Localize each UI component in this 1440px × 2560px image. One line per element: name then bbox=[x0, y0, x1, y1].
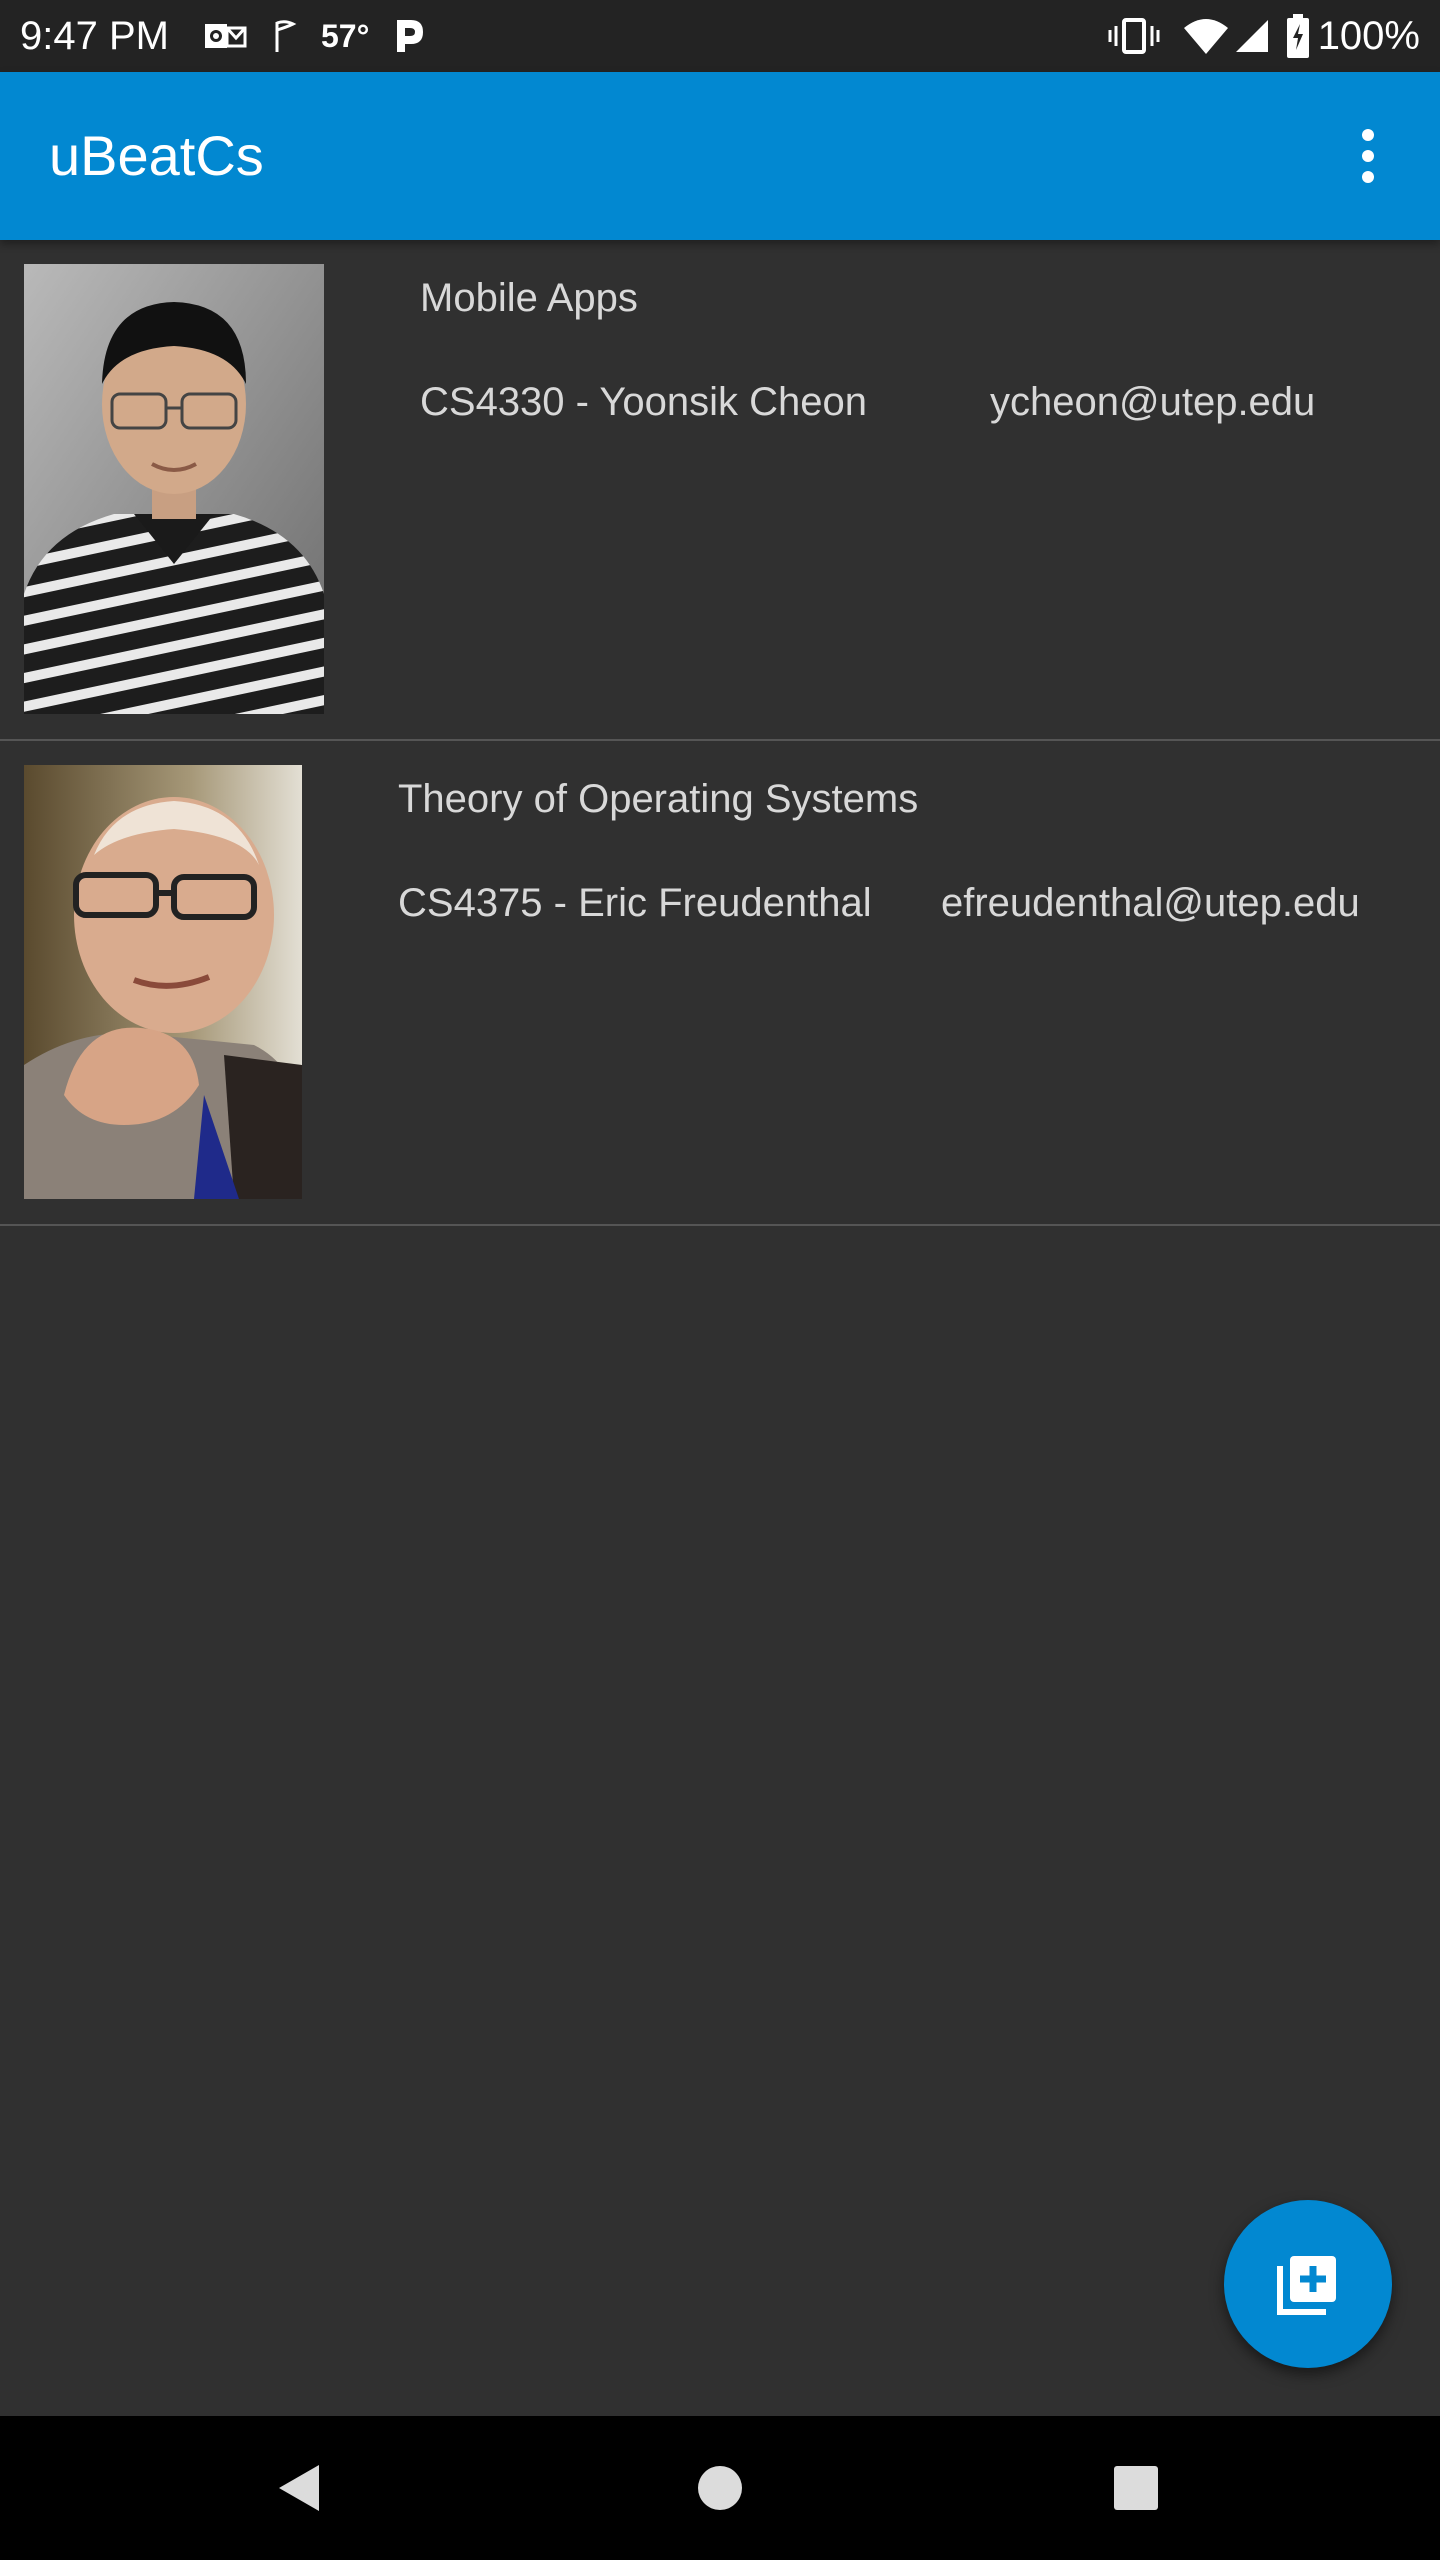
add-to-library-icon bbox=[1277, 2256, 1336, 2315]
outlook-icon bbox=[203, 0, 247, 72]
status-time: 9:47 PM bbox=[20, 13, 169, 58]
more-options-button[interactable] bbox=[1336, 116, 1400, 196]
back-icon bbox=[279, 2465, 319, 2511]
instructor-email: ycheon@utep.edu bbox=[990, 380, 1316, 424]
home-icon bbox=[698, 2466, 742, 2510]
home-button[interactable] bbox=[640, 2416, 800, 2560]
more-vert-icon-dot bbox=[1362, 150, 1374, 162]
wifi-icon bbox=[1182, 0, 1230, 72]
instructor-photo bbox=[24, 264, 324, 714]
instructor-email: efreudenthal@utep.edu bbox=[941, 881, 1360, 925]
list-divider bbox=[0, 1224, 1440, 1226]
course-info: CS4330 - Yoonsik Cheon bbox=[420, 380, 867, 424]
status-bar: 9:47 PM 57° 100% bbox=[0, 0, 1440, 72]
status-bar-left: 9:47 PM 57° bbox=[20, 0, 425, 72]
app-bar: uBeatCs bbox=[0, 72, 1440, 240]
pandora-icon bbox=[393, 0, 425, 72]
temperature: 57° bbox=[320, 17, 370, 54]
course-list-item[interactable]: Mobile Apps CS4330 - Yoonsik Cheon ycheo… bbox=[0, 240, 1440, 740]
flag-icon bbox=[271, 0, 299, 72]
course-name: Theory of Operating Systems bbox=[398, 777, 919, 821]
cell-signal-icon bbox=[1234, 0, 1270, 72]
add-course-button[interactable] bbox=[1224, 2200, 1392, 2368]
battery-percent: 100% bbox=[1317, 13, 1420, 58]
back-button[interactable] bbox=[219, 2416, 379, 2560]
navigation-bar bbox=[0, 2416, 1440, 2560]
status-bar-right: 100% bbox=[1108, 0, 1420, 72]
more-vert-icon-dot bbox=[1362, 171, 1374, 183]
vibrate-icon bbox=[1108, 0, 1160, 72]
battery-charging-icon bbox=[1286, 0, 1310, 72]
course-info: CS4375 - Eric Freudenthal bbox=[398, 881, 872, 925]
more-vert-icon bbox=[1362, 129, 1374, 141]
recents-icon bbox=[1114, 2466, 1158, 2510]
course-list-item[interactable]: Theory of Operating Systems CS4375 - Eri… bbox=[0, 741, 1440, 1225]
course-name: Mobile Apps bbox=[420, 276, 638, 320]
app-title: uBeatCs bbox=[49, 124, 264, 187]
recents-button[interactable] bbox=[1056, 2416, 1216, 2560]
instructor-photo bbox=[24, 765, 302, 1199]
